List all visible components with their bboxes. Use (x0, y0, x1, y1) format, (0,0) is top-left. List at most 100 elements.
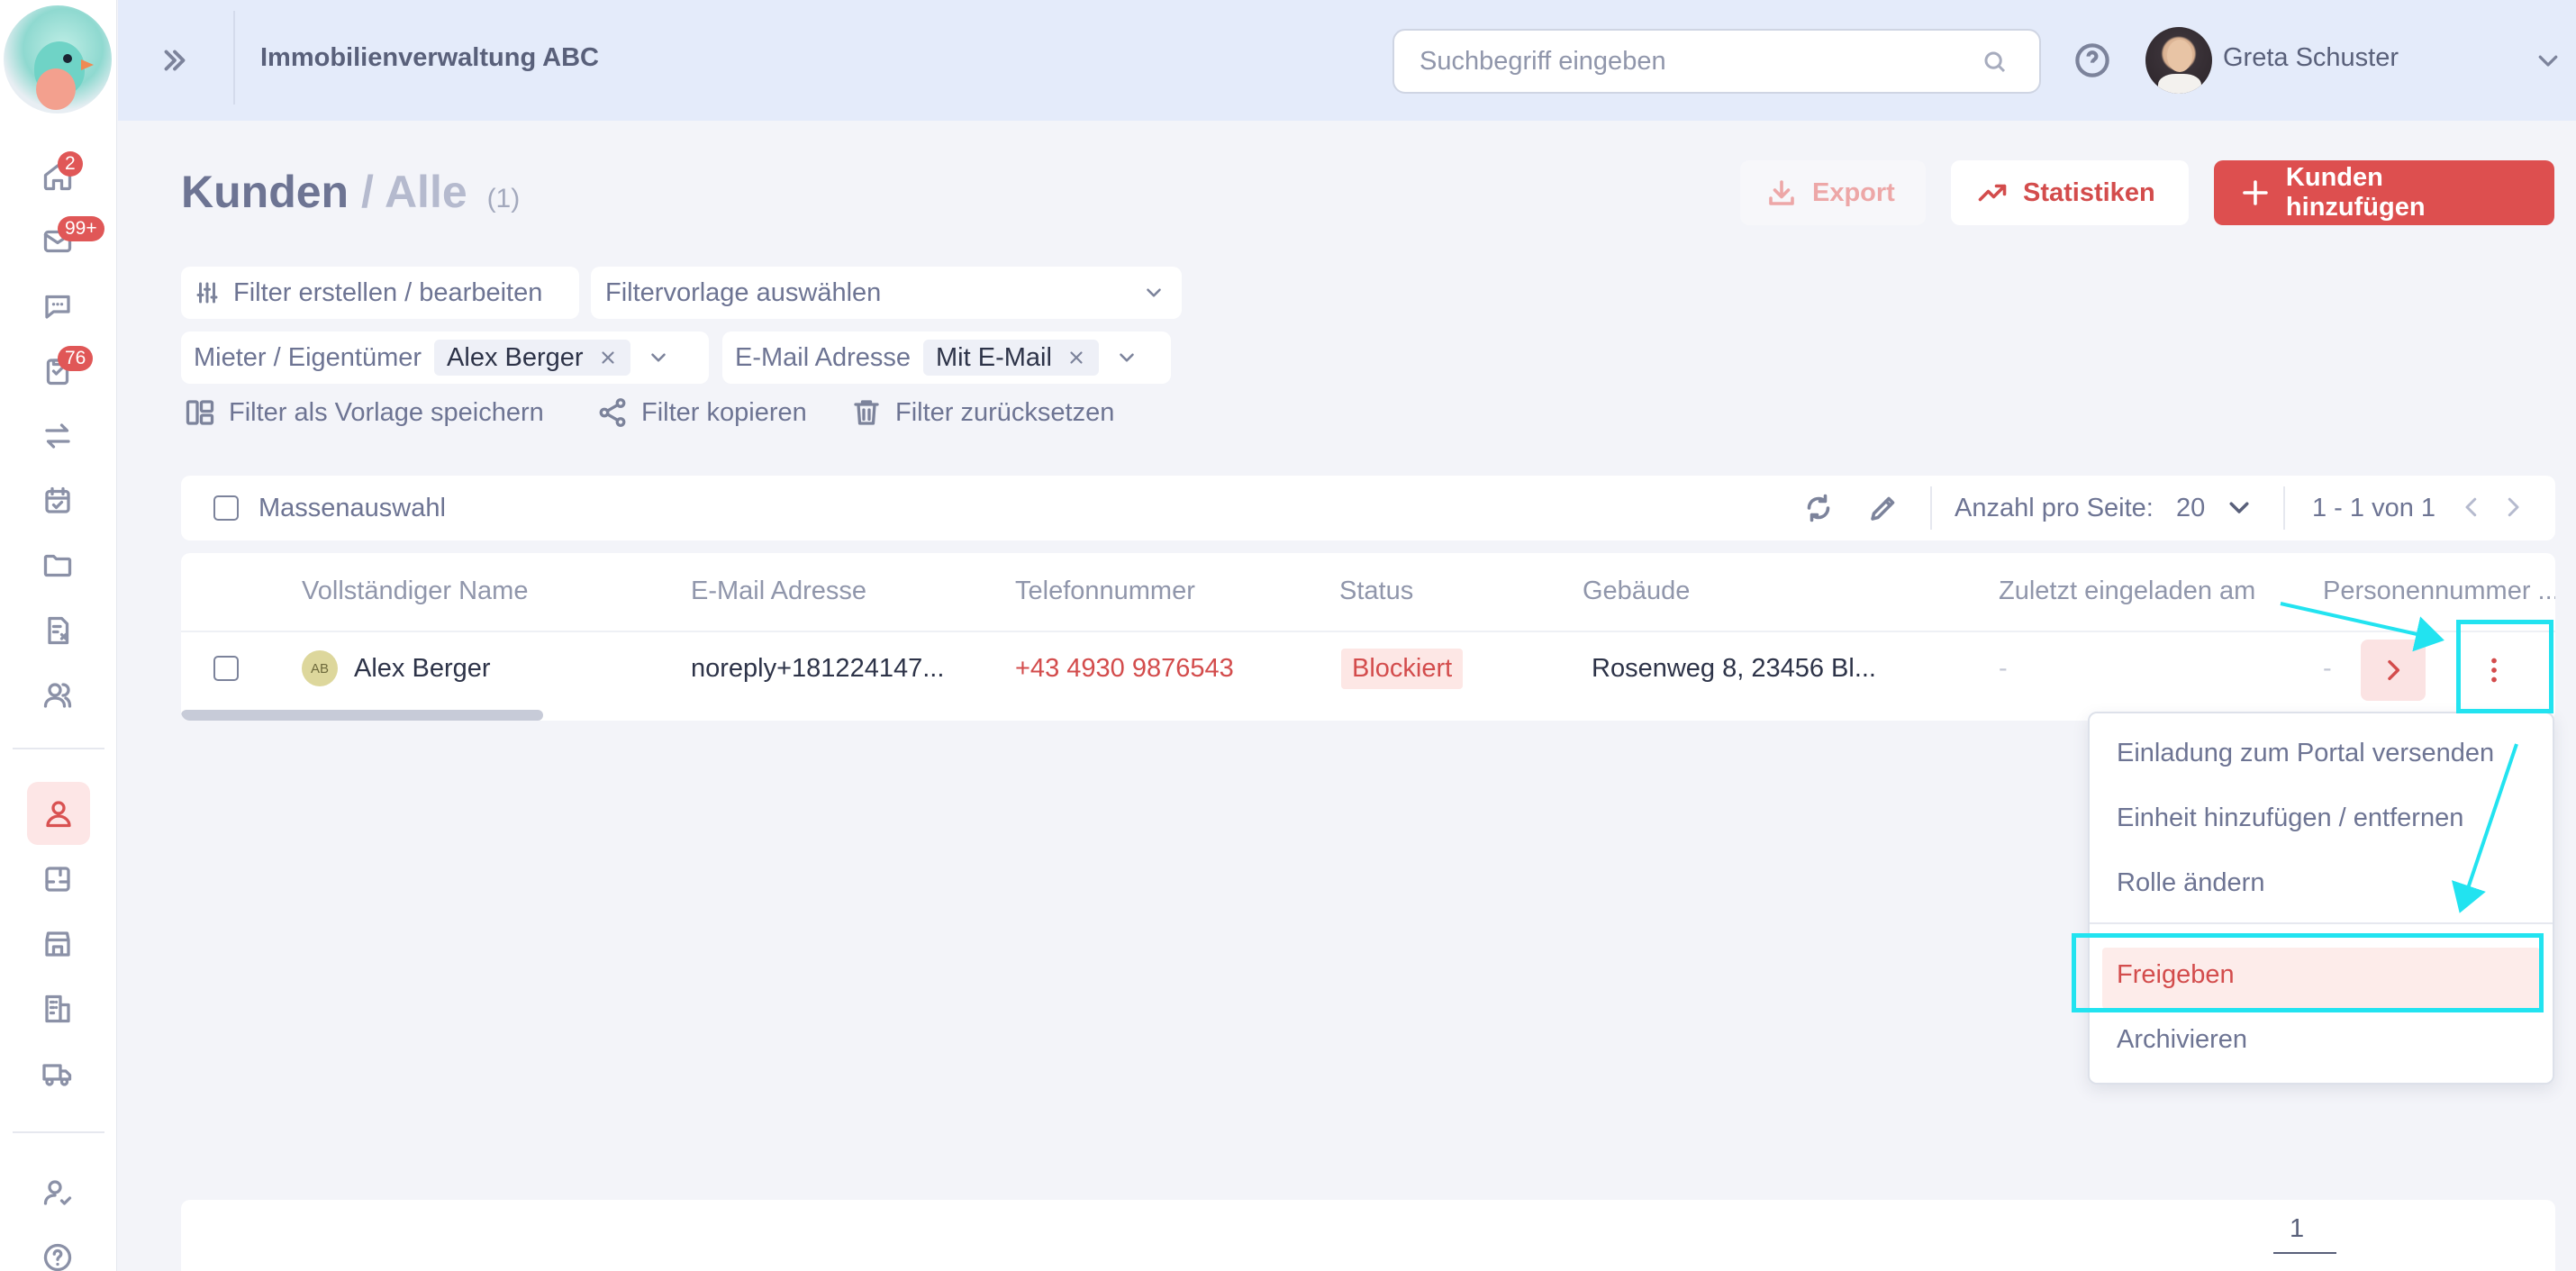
status-badge: Blockiert (1341, 649, 1464, 689)
menu-item-add-remove-unit[interactable]: Einheit hinzufügen / entfernen (2117, 803, 2463, 833)
filter-edit-button[interactable]: Filter erstellen / bearbeiten (181, 267, 579, 319)
nav-users-icon[interactable] (32, 670, 83, 721)
expand-sidebar-icon[interactable] (154, 40, 195, 81)
horizontal-scrollbar[interactable] (181, 710, 543, 721)
user-name[interactable]: Greta Schuster (2223, 43, 2399, 73)
sidebar-divider (13, 748, 104, 749)
chevron-down-icon[interactable] (2226, 494, 2253, 521)
save-filter-template-button[interactable]: Filter als Vorlage speichern (184, 396, 544, 429)
menu-item-archive[interactable]: Archivieren (2117, 1025, 2247, 1055)
nav-chat-icon[interactable] (32, 281, 83, 331)
toolbar-divider (2283, 486, 2285, 530)
open-row-button[interactable] (2361, 640, 2426, 701)
nav-invoice-icon[interactable] (32, 605, 83, 656)
toolbar-divider (1930, 486, 1932, 530)
home-badge: 2 (58, 151, 83, 177)
nav-truck-icon[interactable] (32, 1049, 83, 1099)
refresh-icon[interactable] (1802, 492, 1835, 524)
cell-phone[interactable]: +43 4930 9876543 (1015, 654, 1234, 684)
column-header-building[interactable]: Gebäude (1583, 576, 1690, 606)
row-actions-menu: Einladung zum Portal versenden Einheit h… (2088, 712, 2554, 1085)
add-customer-button[interactable]: Kunden hinzufügen (2214, 160, 2554, 225)
select-all-checkbox[interactable] (213, 495, 239, 521)
menu-item-send-invitation[interactable]: Einladung zum Portal versenden (2117, 739, 2494, 768)
help-icon[interactable] (2073, 41, 2111, 79)
user-avatar[interactable] (2145, 27, 2212, 94)
filter-tag-value: Mit E-Mail (936, 342, 1052, 372)
prev-page-icon[interactable] (2458, 494, 2485, 521)
cell-name[interactable]: Alex Berger (354, 654, 491, 684)
nav-building-icon[interactable] (32, 984, 83, 1034)
page-number-underline (2273, 1252, 2336, 1254)
chevron-down-icon[interactable] (2535, 47, 2562, 74)
close-icon[interactable] (1066, 348, 1086, 368)
mass-select-label: Massenauswahl (259, 494, 446, 522)
topbar-divider (233, 11, 235, 104)
chevron-right-icon (2388, 659, 2400, 681)
search-input[interactable] (1420, 31, 1960, 92)
column-header-name[interactable]: Vollständiger Name (302, 576, 528, 606)
per-page-label: Anzahl pro Seite: (1955, 494, 2154, 522)
close-icon[interactable] (598, 348, 618, 368)
trash-icon (854, 400, 879, 425)
header-divider (181, 631, 2555, 632)
column-header-last-invited[interactable]: Zuletzt eingeladen am (1999, 576, 2255, 606)
menu-item-change-role[interactable]: Rolle ändern (2117, 868, 2264, 898)
column-header-status[interactable]: Status (1339, 576, 1413, 606)
statistics-button[interactable]: Statistiken (1951, 160, 2189, 225)
nav-store-icon[interactable] (32, 919, 83, 969)
chevron-down-icon[interactable] (1115, 346, 1138, 369)
avatar: AB (302, 650, 338, 686)
menu-divider (2090, 922, 2553, 924)
export-button[interactable]: Export (1740, 160, 1926, 225)
copy-filter-button[interactable]: Filter kopieren (596, 396, 807, 429)
sidebar-divider-bottom (13, 1131, 104, 1133)
nav-transfer-icon[interactable] (32, 411, 83, 461)
export-label: Export (1812, 177, 1895, 207)
filter-edit-label: Filter erstellen / bearbeiten (233, 277, 543, 307)
annotation-box-unblock (2072, 933, 2544, 1012)
sliders-icon (196, 282, 218, 304)
row-checkbox[interactable] (213, 656, 239, 681)
filter-tenant-owner-label: Mieter / Eigentümer (194, 342, 422, 372)
table-toolbar: Massenauswahl Anzahl pro Seite: 20 1 - 1… (181, 476, 2555, 540)
statistics-label: Statistiken (2023, 177, 2155, 207)
nav-calendar-icon[interactable] (32, 476, 83, 526)
page-title: Kunden / Alle (1) (181, 166, 520, 218)
bottom-pagination-bar (181, 1200, 2555, 1271)
current-page-number[interactable]: 1 (2290, 1214, 2304, 1244)
nav-help-icon[interactable] (32, 1232, 83, 1271)
chevron-down-icon (1147, 288, 1161, 297)
cell-email: noreply+181224147... (691, 654, 945, 683)
next-page-icon[interactable] (2499, 494, 2526, 521)
tasks-badge: 76 (58, 346, 94, 371)
filter-tag-alex-berger: Alex Berger (434, 340, 630, 376)
layout-icon (186, 400, 214, 425)
mail-badge: 99+ (58, 216, 104, 241)
filter-tenant-owner[interactable]: Mieter / Eigentümer Alex Berger (181, 331, 709, 384)
nav-customers-icon[interactable] (27, 782, 90, 845)
nav-folder-icon[interactable] (32, 540, 83, 591)
column-header-person-number[interactable]: Personennummer ... (2323, 576, 2555, 606)
filter-email[interactable]: E-Mail Adresse Mit E-Mail (722, 331, 1171, 384)
per-page-value[interactable]: 20 (2176, 494, 2205, 523)
search-icon[interactable] (1982, 49, 2009, 76)
page-title-separator: / (361, 167, 374, 217)
filter-template-select[interactable]: Filtervorlage auswählen (591, 267, 1182, 319)
reset-filter-button[interactable]: Filter zurücksetzen (850, 396, 1114, 429)
column-header-phone[interactable]: Telefonnummer (1015, 576, 1195, 606)
chevron-down-icon[interactable] (647, 346, 670, 369)
column-header-email[interactable]: E-Mail Adresse (691, 576, 866, 606)
cell-last-invited: - (1999, 654, 2008, 683)
filter-email-label: E-Mail Adresse (735, 342, 912, 372)
nav-units-icon[interactable] (32, 854, 83, 904)
top-bar: Immobilienverwaltung ABC Greta Schuster (118, 0, 2576, 121)
add-customer-label: Kunden hinzufügen (2285, 163, 2426, 222)
filter-tag-with-email: Mit E-Mail (923, 340, 1099, 376)
edit-pencil-icon[interactable] (1867, 492, 1900, 524)
nav-user-check-icon[interactable] (32, 1167, 83, 1218)
pagination-range: 1 - 1 von 1 (2312, 494, 2436, 522)
bird-logo-icon[interactable] (4, 5, 112, 113)
download-icon (1769, 180, 1794, 205)
trend-up-icon (1978, 184, 2007, 202)
